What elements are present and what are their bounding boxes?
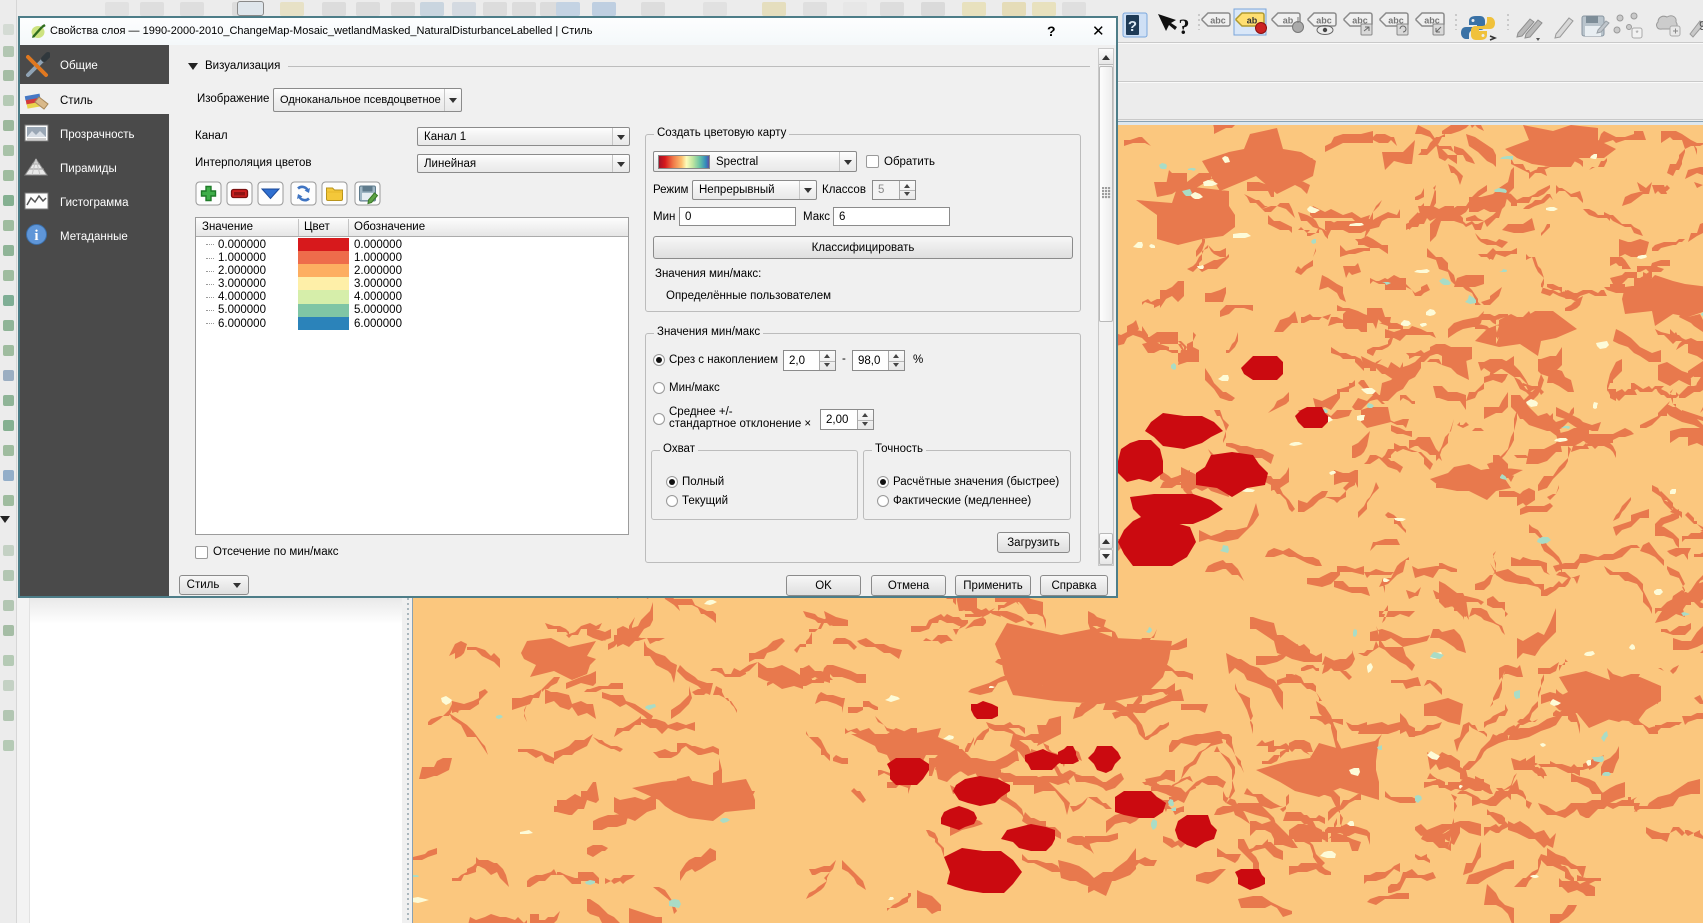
svg-text:abc: abc [1316,16,1332,26]
svg-text:ab: ab [1247,16,1258,26]
svg-text:?: ? [1128,18,1137,35]
svg-text:*: * [1635,29,1638,38]
svg-text:i: i [34,228,38,244]
svg-text:abc: abc [1210,16,1226,26]
svg-text:ab: ab [1283,16,1294,26]
svg-text:?: ? [1179,14,1190,39]
svg-text:9: 9 [1699,18,1703,33]
